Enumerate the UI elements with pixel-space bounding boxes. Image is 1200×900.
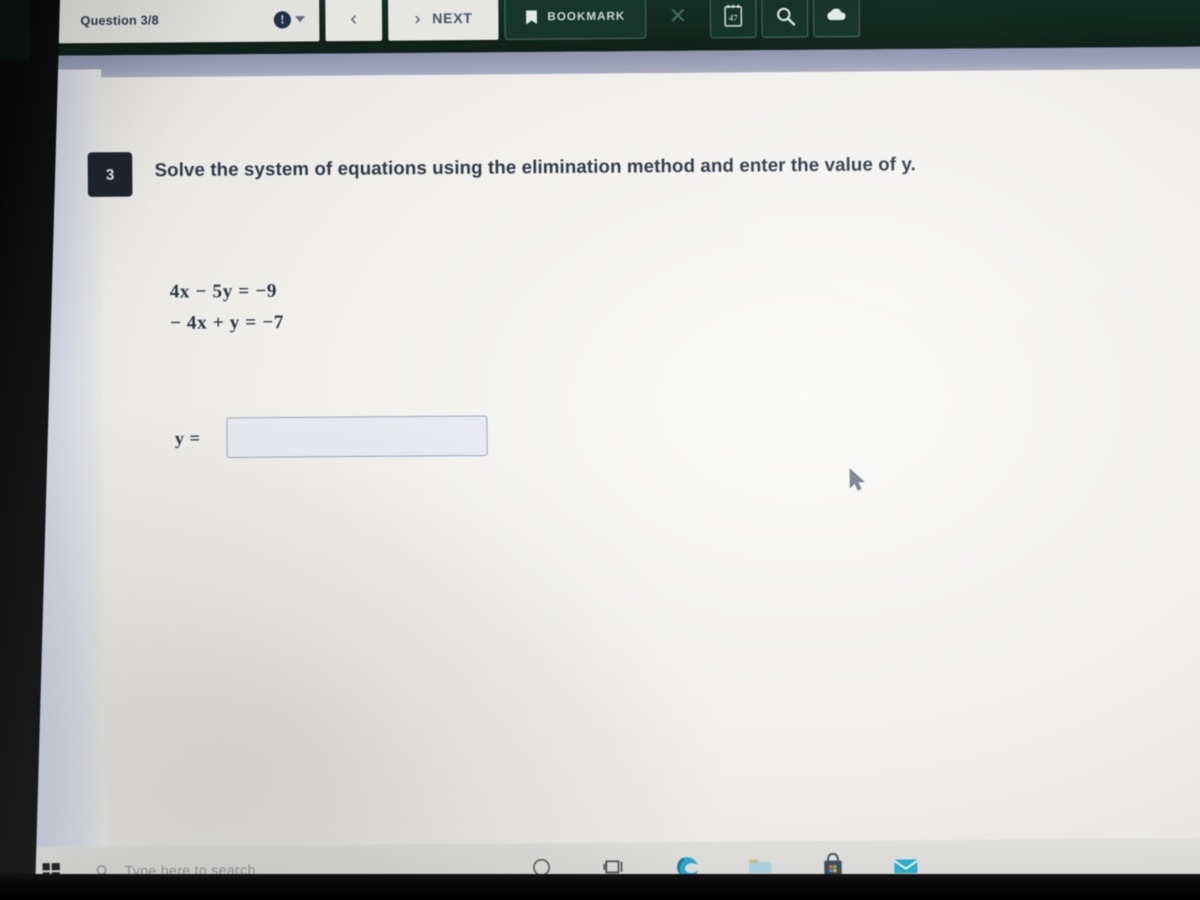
- windows-logo-icon: [42, 862, 60, 880]
- svg-text:47: 47: [729, 13, 739, 23]
- app-header-bar: E · Question 3/8 ! ‹ › NEXT BOOKMARK ✕ 4…: [0, 0, 1200, 57]
- windows-taskbar: Type here to search: [22, 837, 1200, 896]
- file-explorer-button[interactable]: [745, 850, 776, 881]
- brand-dot: ·: [30, 14, 35, 30]
- info-circle-icon[interactable]: !: [273, 10, 292, 29]
- next-question-button[interactable]: › NEXT: [387, 0, 499, 41]
- taskbar-search-box[interactable]: Type here to search: [95, 860, 429, 879]
- taskbar-search-placeholder: Type here to search: [124, 861, 256, 879]
- taskbar-icon-group: [526, 849, 921, 882]
- browser-back-chevron-icon[interactable]: ‹: [23, 410, 32, 440]
- notepad-icon: 47: [724, 4, 743, 27]
- next-chevron-icon: ›: [414, 7, 422, 28]
- search-icon: [776, 7, 796, 26]
- task-view-icon: [603, 860, 623, 874]
- bookmark-button[interactable]: BOOKMARK: [504, 0, 647, 40]
- notepad-button[interactable]: 47: [710, 0, 758, 39]
- next-button-label: NEXT: [432, 9, 473, 27]
- file-explorer-icon: [748, 859, 772, 873]
- edge-browser-button[interactable]: [672, 851, 703, 882]
- mail-icon: [893, 858, 918, 873]
- cortana-icon: [532, 858, 551, 876]
- cortana-button[interactable]: [526, 852, 557, 883]
- answer-label: y =: [174, 427, 201, 448]
- laptop-screen-photo: E · Question 3/8 ! ‹ › NEXT BOOKMARK ✕ 4…: [0, 0, 1200, 900]
- search-button[interactable]: [761, 0, 809, 38]
- question-selector-dropdown[interactable]: Question 3/8 !: [58, 0, 320, 44]
- question-counter-label: Question 3/8: [80, 13, 159, 29]
- search-icon: [96, 864, 110, 878]
- bookmark-icon: [526, 10, 537, 24]
- previous-chevron-icon: ‹: [350, 7, 358, 30]
- chevron-down-icon[interactable]: [295, 16, 306, 23]
- question-pill-icons: !: [273, 10, 306, 29]
- cloud-button[interactable]: [813, 0, 861, 38]
- answer-input[interactable]: [226, 415, 488, 458]
- previous-question-button[interactable]: ‹: [325, 0, 383, 42]
- microsoft-store-icon: [824, 852, 842, 876]
- bookmark-button-label: BOOKMARK: [547, 10, 626, 24]
- start-button[interactable]: [22, 862, 79, 880]
- question-prompt-text: Solve the system of equations using the …: [154, 153, 916, 181]
- microsoft-store-button[interactable]: [818, 850, 849, 881]
- close-icon: ✕: [668, 3, 688, 29]
- header-controls: Question 3/8 ! ‹ › NEXT BOOKMARK ✕ 47: [58, 0, 861, 45]
- screen-content: E · Question 3/8 ! ‹ › NEXT BOOKMARK ✕ 4…: [0, 0, 1200, 900]
- equation-line-2: − 4x + y = −7: [169, 311, 285, 334]
- close-button[interactable]: ✕: [650, 0, 705, 39]
- question-number-badge: 3: [87, 152, 133, 197]
- system-of-equations: 4x − 5y = −9 − 4x + y = −7: [170, 276, 285, 339]
- mail-button[interactable]: [891, 849, 922, 880]
- cloud-icon: [827, 8, 846, 21]
- question-prompt-row: 3 Solve the system of equations using th…: [87, 146, 916, 197]
- answer-row: y =: [175, 415, 488, 458]
- edgenuity-logo: E ·: [0, 0, 58, 46]
- edge-browser-icon: [676, 856, 698, 878]
- task-view-button[interactable]: [599, 852, 630, 883]
- brand-letter: E: [13, 7, 30, 37]
- equation-line-1: 4x − 5y = −9: [169, 280, 278, 303]
